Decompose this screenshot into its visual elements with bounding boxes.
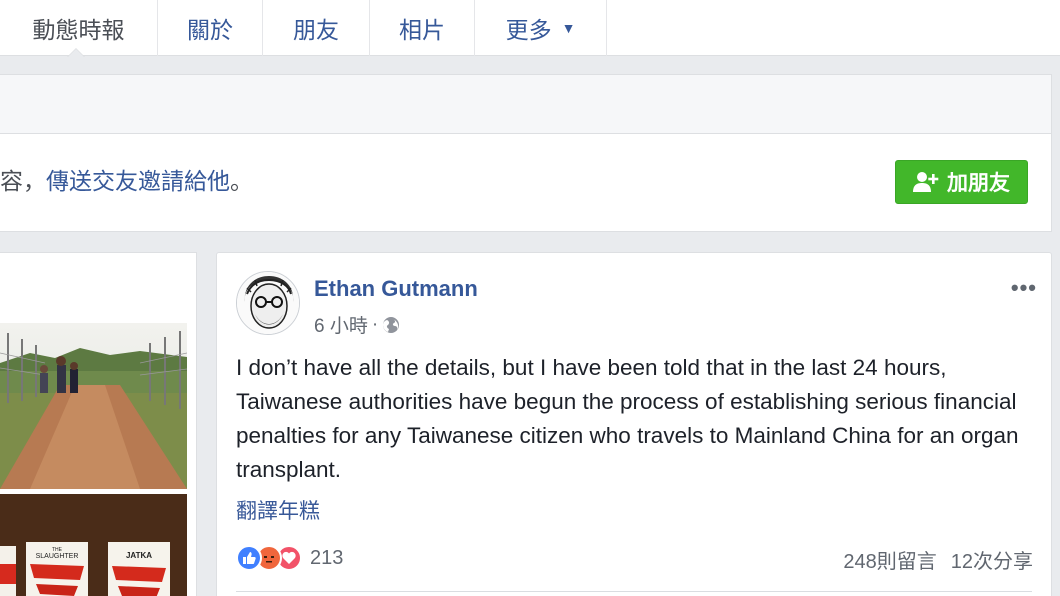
reactions-summary[interactable]: 213 xyxy=(236,545,343,571)
post-meta: 6 小時 · xyxy=(314,311,400,338)
send-friend-request-link[interactable]: 傳送交友邀請給他 xyxy=(46,168,230,194)
tab-timeline[interactable]: 動態時報 xyxy=(0,0,158,57)
friend-request-row: 容，傳送交友邀請給他。 加朋友 xyxy=(0,134,1052,232)
tab-more-label: 更多 xyxy=(505,17,552,43)
photos-card: THE SLAUGHTER JATKA xyxy=(0,252,197,596)
comments-count-link[interactable]: 248則留言 xyxy=(843,545,936,574)
profile-tab-bar: 動態時報 關於 朋友 相片 更多 ▼ xyxy=(0,0,1060,57)
post-author-name[interactable]: Ethan Gutmann xyxy=(314,276,478,302)
more-options-icon[interactable]: ••• xyxy=(1011,275,1037,301)
post-stats: 248則留言 12次分享 xyxy=(843,545,1033,574)
reaction-count: 213 xyxy=(310,546,344,569)
tab-friends[interactable]: 朋友 xyxy=(263,0,370,56)
book-title-jatka: JATKA xyxy=(126,551,152,560)
friend-request-message: 容，傳送交友邀請給他。 xyxy=(0,162,253,196)
photo-thumbnail-books[interactable]: THE SLAUGHTER JATKA xyxy=(0,494,187,596)
photo-thumbnail-path[interactable] xyxy=(0,323,187,489)
tab-photos-label: 相片 xyxy=(399,17,445,43)
friend-request-prefix: 容， xyxy=(0,168,46,194)
like-reaction-icon xyxy=(236,545,262,571)
tab-photos[interactable]: 相片 xyxy=(370,0,475,56)
tab-friends-label: 朋友 xyxy=(293,17,339,43)
add-friend-label: 加朋友 xyxy=(947,172,1010,195)
globe-icon[interactable] xyxy=(382,316,400,334)
caret-down-icon: ▼ xyxy=(561,20,576,36)
add-person-icon xyxy=(913,172,939,192)
profile-info-strip xyxy=(0,74,1052,134)
see-translation-link[interactable]: 翻譯年糕 xyxy=(236,495,320,525)
post-text: I don’t have all the details, but I have… xyxy=(236,355,1019,482)
tab-timeline-label: 動態時報 xyxy=(32,17,125,43)
author-avatar[interactable] xyxy=(236,271,300,335)
tab-more[interactable]: 更多 ▼ xyxy=(475,0,607,56)
book-title-slaughter: SLAUGHTER xyxy=(36,553,79,560)
friend-request-suffix: 。 xyxy=(230,168,253,194)
shares-count-link[interactable]: 12次分享 xyxy=(951,545,1033,574)
post-card: Ethan Gutmann 6 小時 · ••• I don’t have al… xyxy=(216,252,1052,596)
tab-about-label: 關於 xyxy=(187,17,233,43)
post-divider xyxy=(236,591,1032,592)
tab-about[interactable]: 關於 xyxy=(158,0,263,56)
add-friend-button[interactable]: 加朋友 xyxy=(895,160,1028,204)
meta-separator: · xyxy=(371,313,379,335)
post-timestamp[interactable]: 6 小時 xyxy=(314,311,368,338)
